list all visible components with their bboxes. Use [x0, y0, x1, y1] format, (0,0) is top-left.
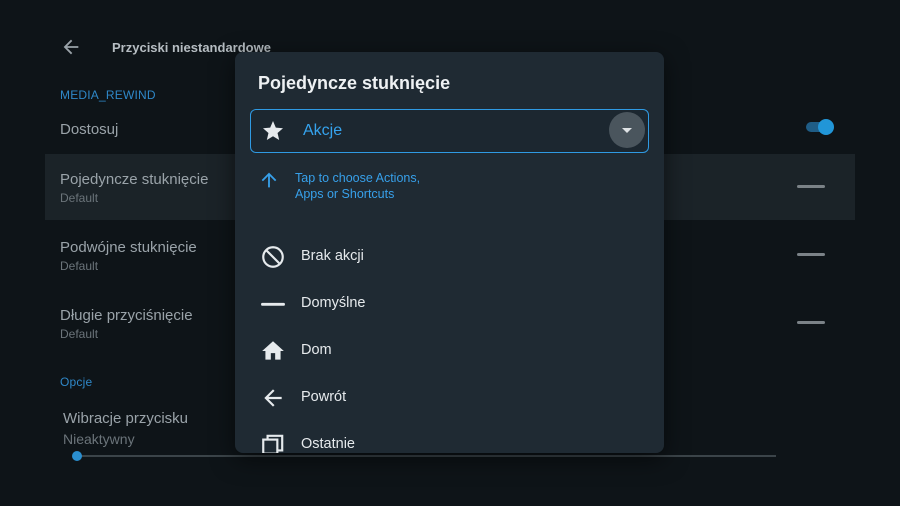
chevron-down-icon [622, 128, 632, 133]
option-home[interactable]: Dom [235, 330, 664, 370]
dash-icon [797, 321, 825, 324]
option-recents[interactable]: Ostatnie [235, 424, 664, 453]
section-label-key: MEDIA_REWIND [60, 88, 156, 102]
dropdown-expand-button[interactable] [609, 112, 645, 148]
vibration-subtitle: Nieaktywny [63, 431, 135, 447]
home-icon [260, 338, 286, 364]
arrow-left-icon [260, 385, 286, 411]
dash-icon [797, 253, 825, 256]
option-label: Domyślne [301, 295, 366, 311]
customize-label: Dostosuj [60, 121, 119, 138]
dash-icon [797, 185, 825, 188]
option-label: Brak akcji [301, 248, 364, 264]
option-back[interactable]: Powrót [235, 377, 664, 417]
back-arrow-icon[interactable] [60, 36, 82, 58]
arrow-up-icon [258, 169, 280, 191]
row-single-tap-subtitle: Default [60, 191, 99, 205]
option-no-action[interactable]: Brak akcji [235, 236, 664, 276]
recents-icon [260, 432, 286, 453]
row-single-tap-title: Pojedyncze stuknięcie [60, 171, 209, 188]
hint-text: Tap to choose Actions, Apps or Shortcuts [295, 171, 421, 201]
block-icon [260, 244, 286, 270]
row-long-press-subtitle: Default [60, 327, 99, 341]
dropdown-value: Akcje [303, 122, 343, 139]
row-double-tap-subtitle: Default [60, 259, 99, 273]
row-double-tap-title[interactable]: Podwójne stuknięcie [60, 239, 197, 256]
option-label: Dom [301, 342, 332, 358]
toggle-thumb [818, 119, 834, 135]
vibration-title: Wibracje przycisku [63, 410, 189, 427]
star-icon [261, 119, 285, 143]
row-long-press-title[interactable]: Długie przyciśnięcie [60, 307, 193, 324]
action-picker-dialog: Pojedyncze stuknięcie Akcje Tap to choos… [235, 52, 664, 453]
customize-toggle[interactable] [806, 119, 834, 135]
vibration-slider-thumb[interactable] [72, 451, 82, 461]
option-default[interactable]: Domyślne [235, 283, 664, 323]
option-label: Powrót [301, 389, 347, 405]
action-type-dropdown[interactable]: Akcje [250, 109, 649, 153]
section-label-options: Opcje [60, 375, 93, 389]
dialog-title: Pojedyncze stuknięcie [258, 73, 451, 93]
vibration-slider-track[interactable] [76, 455, 776, 457]
dash-icon [260, 291, 286, 317]
option-label: Ostatnie [301, 436, 355, 452]
